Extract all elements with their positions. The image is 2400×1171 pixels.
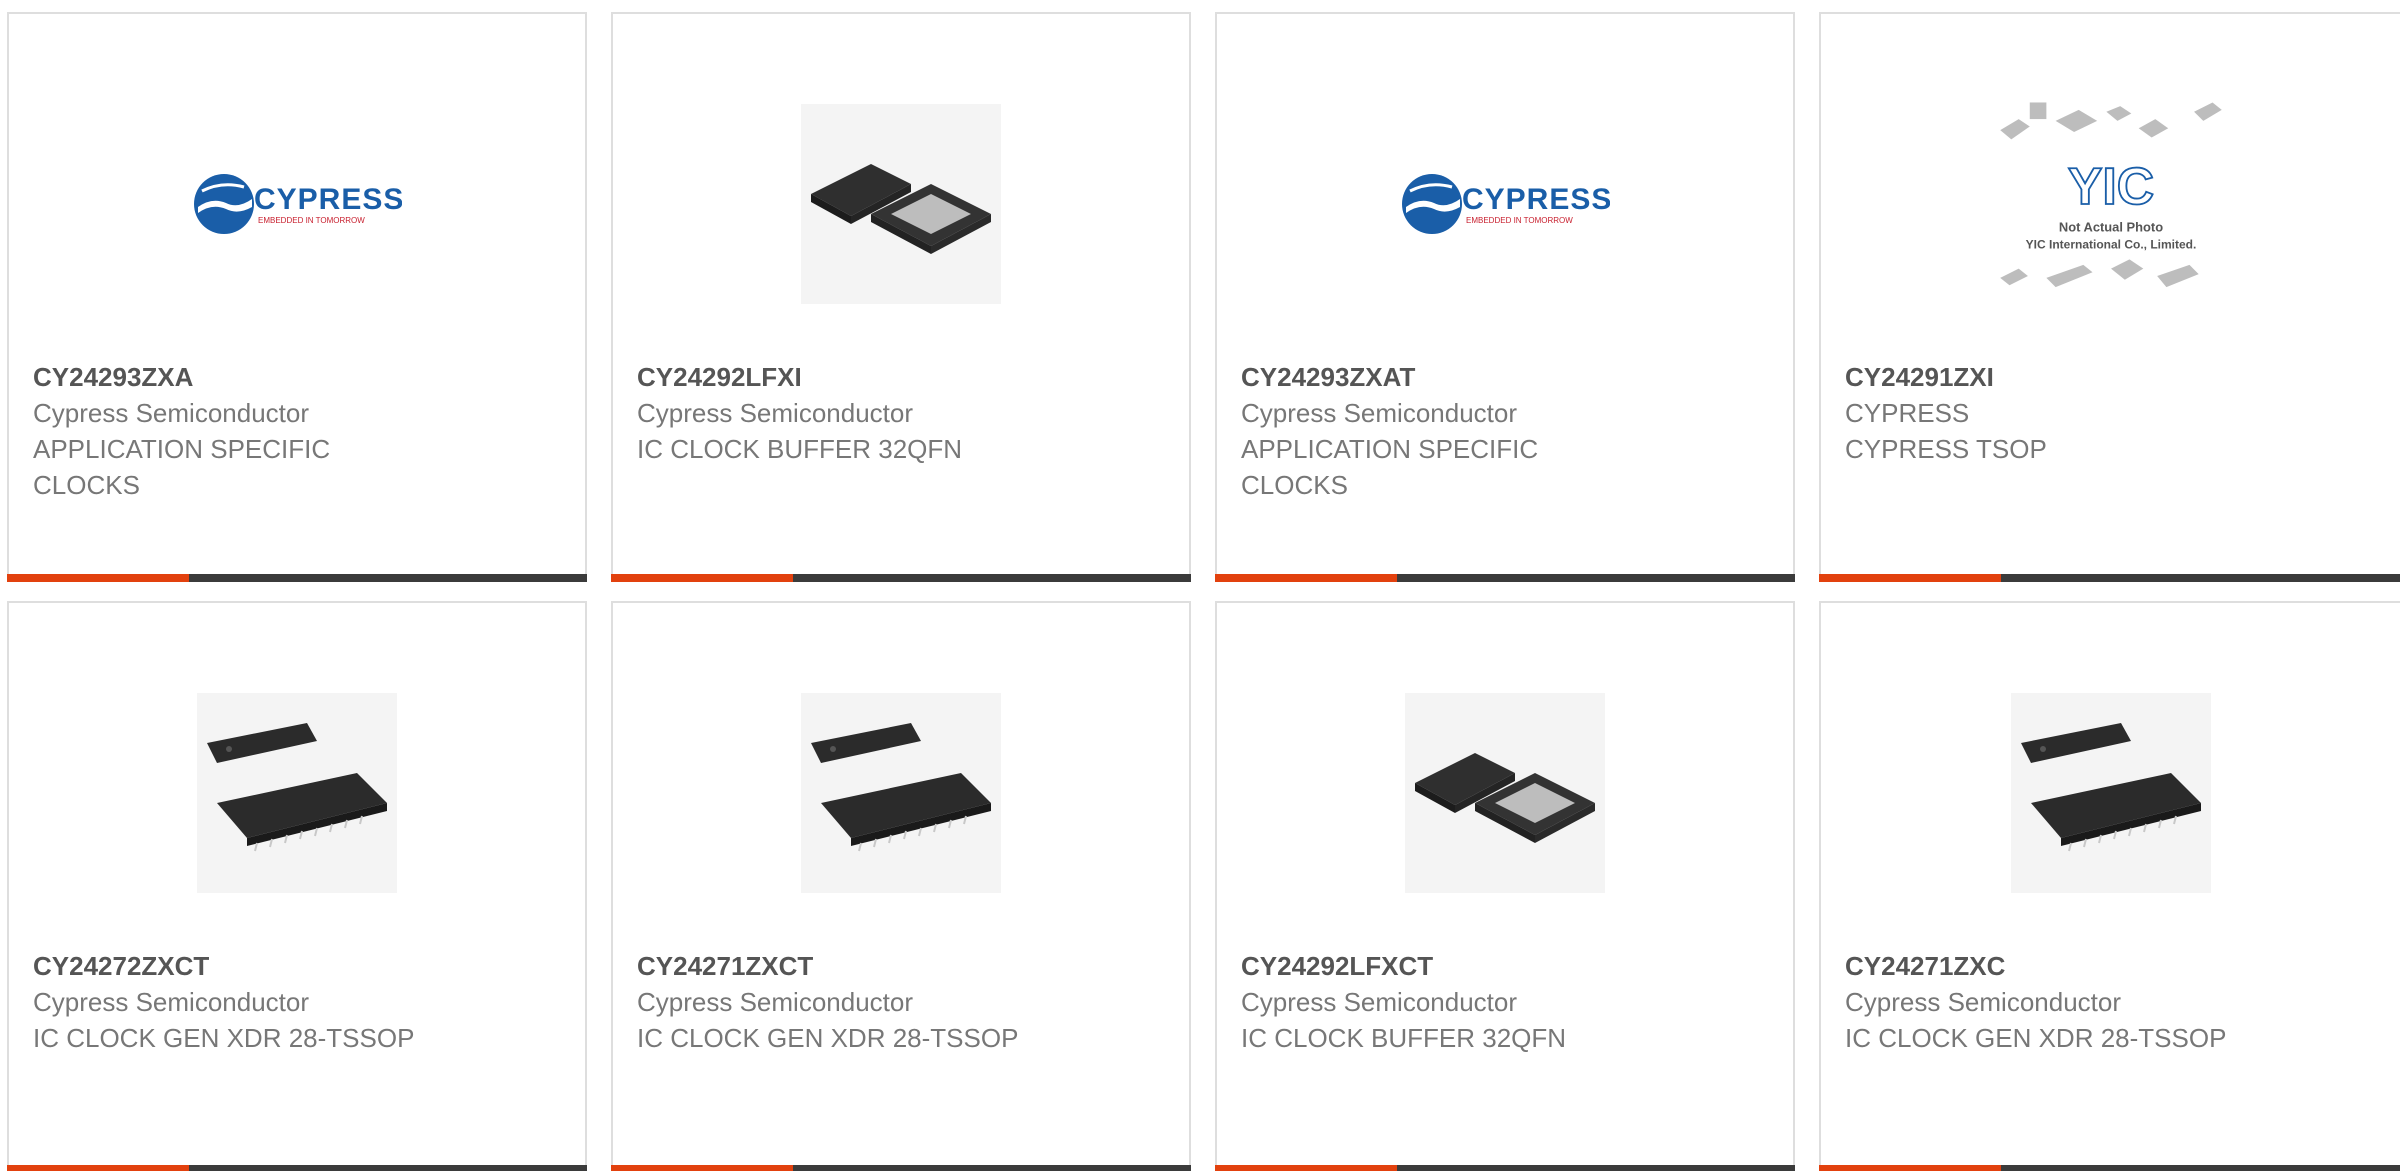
tssop-chip-image: [2010, 693, 2211, 893]
qfn-chip-image: [1405, 693, 1605, 893]
svg-text:CYPRESS: CYPRESS: [1462, 183, 1610, 216]
part-number-link[interactable]: CY24292LFXCT: [1241, 948, 1769, 984]
description: IC CLOCK GEN XDR 28-TSSOP: [33, 1023, 415, 1053]
product-card[interactable]: CY24292LFXI Cypress Semiconductor IC CLO…: [611, 12, 1191, 582]
product-image[interactable]: CYPRESS EMBEDDED IN TOMORROW: [1385, 84, 1625, 324]
product-image[interactable]: [177, 673, 417, 913]
product-meta: CY24271ZXC Cypress Semiconductor IC CLOC…: [1845, 948, 2376, 1056]
product-card[interactable]: CY24272ZXCT Cypress Semiconductor IC CLO…: [7, 601, 587, 1171]
product-meta: CY24271ZXCT Cypress Semiconductor IC CLO…: [637, 948, 1165, 1056]
part-number-link[interactable]: CY24292LFXI: [637, 359, 1165, 395]
cypress-logo: CYPRESS EMBEDDED IN TOMORROW: [1402, 174, 1610, 234]
part-number-link[interactable]: CY24271ZXCT: [637, 948, 1165, 984]
product-meta: CY24292LFXI Cypress Semiconductor IC CLO…: [637, 359, 1165, 467]
product-image[interactable]: CYPRESS EMBEDDED IN TOMORROW: [177, 84, 417, 324]
manufacturer: CYPRESS: [1845, 398, 1970, 428]
card-footer-bar: [1215, 574, 1795, 582]
product-image[interactable]: [781, 84, 1021, 324]
product-meta: CY24272ZXCT Cypress Semiconductor IC CLO…: [33, 948, 561, 1056]
product-image[interactable]: [1991, 673, 2231, 913]
card-footer-bar: [1819, 1165, 2400, 1171]
product-card[interactable]: CY24271ZXCT Cypress Semiconductor IC CLO…: [611, 601, 1191, 1171]
tssop-chip-image: [197, 693, 397, 893]
svg-text:Not Actual Photo: Not Actual Photo: [2058, 220, 2162, 235]
description: CYPRESS TSOP: [1845, 434, 2047, 464]
tssop-chip-image: [801, 693, 1001, 893]
svg-text:YIC International Co., Limited: YIC International Co., Limited.: [2025, 237, 2196, 251]
card-footer-bar: [7, 574, 587, 582]
svg-text:EMBEDDED IN TOMORROW: EMBEDDED IN TOMORROW: [1466, 216, 1573, 225]
product-image[interactable]: YIC Not Actual Photo YIC International C…: [1991, 84, 2231, 324]
manufacturer: Cypress Semiconductor: [1845, 987, 2121, 1017]
svg-text:YIC: YIC: [2067, 157, 2153, 215]
product-meta: CY24293ZXA Cypress Semiconductor APPLICA…: [33, 359, 561, 503]
card-footer-bar: [1819, 574, 2400, 582]
card-footer-bar: [611, 1165, 1191, 1171]
description: IC CLOCK GEN XDR 28-TSSOP: [1845, 1023, 2227, 1053]
product-meta: CY24293ZXAT Cypress Semiconductor APPLIC…: [1241, 359, 1769, 503]
manufacturer: Cypress Semiconductor: [637, 398, 913, 428]
cypress-logo: CYPRESS EMBEDDED IN TOMORROW: [194, 174, 402, 234]
product-meta: CY24292LFXCT Cypress Semiconductor IC CL…: [1241, 948, 1769, 1056]
product-card[interactable]: CY24271ZXC Cypress Semiconductor IC CLOC…: [1819, 601, 2400, 1171]
qfn-chip-image: [801, 104, 1001, 304]
description: IC CLOCK BUFFER 32QFN: [1241, 1023, 1567, 1053]
product-card[interactable]: YIC Not Actual Photo YIC International C…: [1819, 12, 2400, 582]
description: APPLICATION SPECIFIC CLOCKS: [33, 434, 331, 500]
card-footer-bar: [611, 574, 1191, 582]
card-footer-bar: [7, 1165, 587, 1171]
product-card[interactable]: CYPRESS EMBEDDED IN TOMORROW CY24293ZXAT…: [1215, 12, 1795, 582]
manufacturer: Cypress Semiconductor: [1241, 987, 1517, 1017]
manufacturer: Cypress Semiconductor: [1241, 398, 1517, 428]
product-image[interactable]: [1385, 673, 1625, 913]
product-card[interactable]: CYPRESS EMBEDDED IN TOMORROW CY24293ZXA …: [7, 12, 587, 582]
svg-text:EMBEDDED IN TOMORROW: EMBEDDED IN TOMORROW: [258, 216, 365, 225]
description: IC CLOCK GEN XDR 28-TSSOP: [637, 1023, 1019, 1053]
part-number-link[interactable]: CY24293ZXAT: [1241, 359, 1769, 395]
product-card[interactable]: CY24292LFXCT Cypress Semiconductor IC CL…: [1215, 601, 1795, 1171]
manufacturer: Cypress Semiconductor: [637, 987, 913, 1017]
svg-text:CYPRESS: CYPRESS: [254, 183, 402, 216]
product-grid: CYPRESS EMBEDDED IN TOMORROW CY24293ZXA …: [0, 0, 2400, 1171]
product-meta: CY24291ZXI CYPRESS CYPRESS TSOP: [1845, 359, 2376, 467]
part-number-link[interactable]: CY24293ZXA: [33, 359, 561, 395]
part-number-link[interactable]: CY24272ZXCT: [33, 948, 561, 984]
card-footer-bar: [1215, 1165, 1795, 1171]
description: APPLICATION SPECIFIC CLOCKS: [1241, 434, 1539, 500]
yic-placeholder-image: YIC Not Actual Photo YIC International C…: [1999, 102, 2222, 288]
description: IC CLOCK BUFFER 32QFN: [637, 434, 963, 464]
product-image[interactable]: [781, 673, 1021, 913]
part-number-link[interactable]: CY24271ZXC: [1845, 948, 2376, 984]
manufacturer: Cypress Semiconductor: [33, 398, 309, 428]
manufacturer: Cypress Semiconductor: [33, 987, 309, 1017]
part-number-link[interactable]: CY24291ZXI: [1845, 359, 2376, 395]
